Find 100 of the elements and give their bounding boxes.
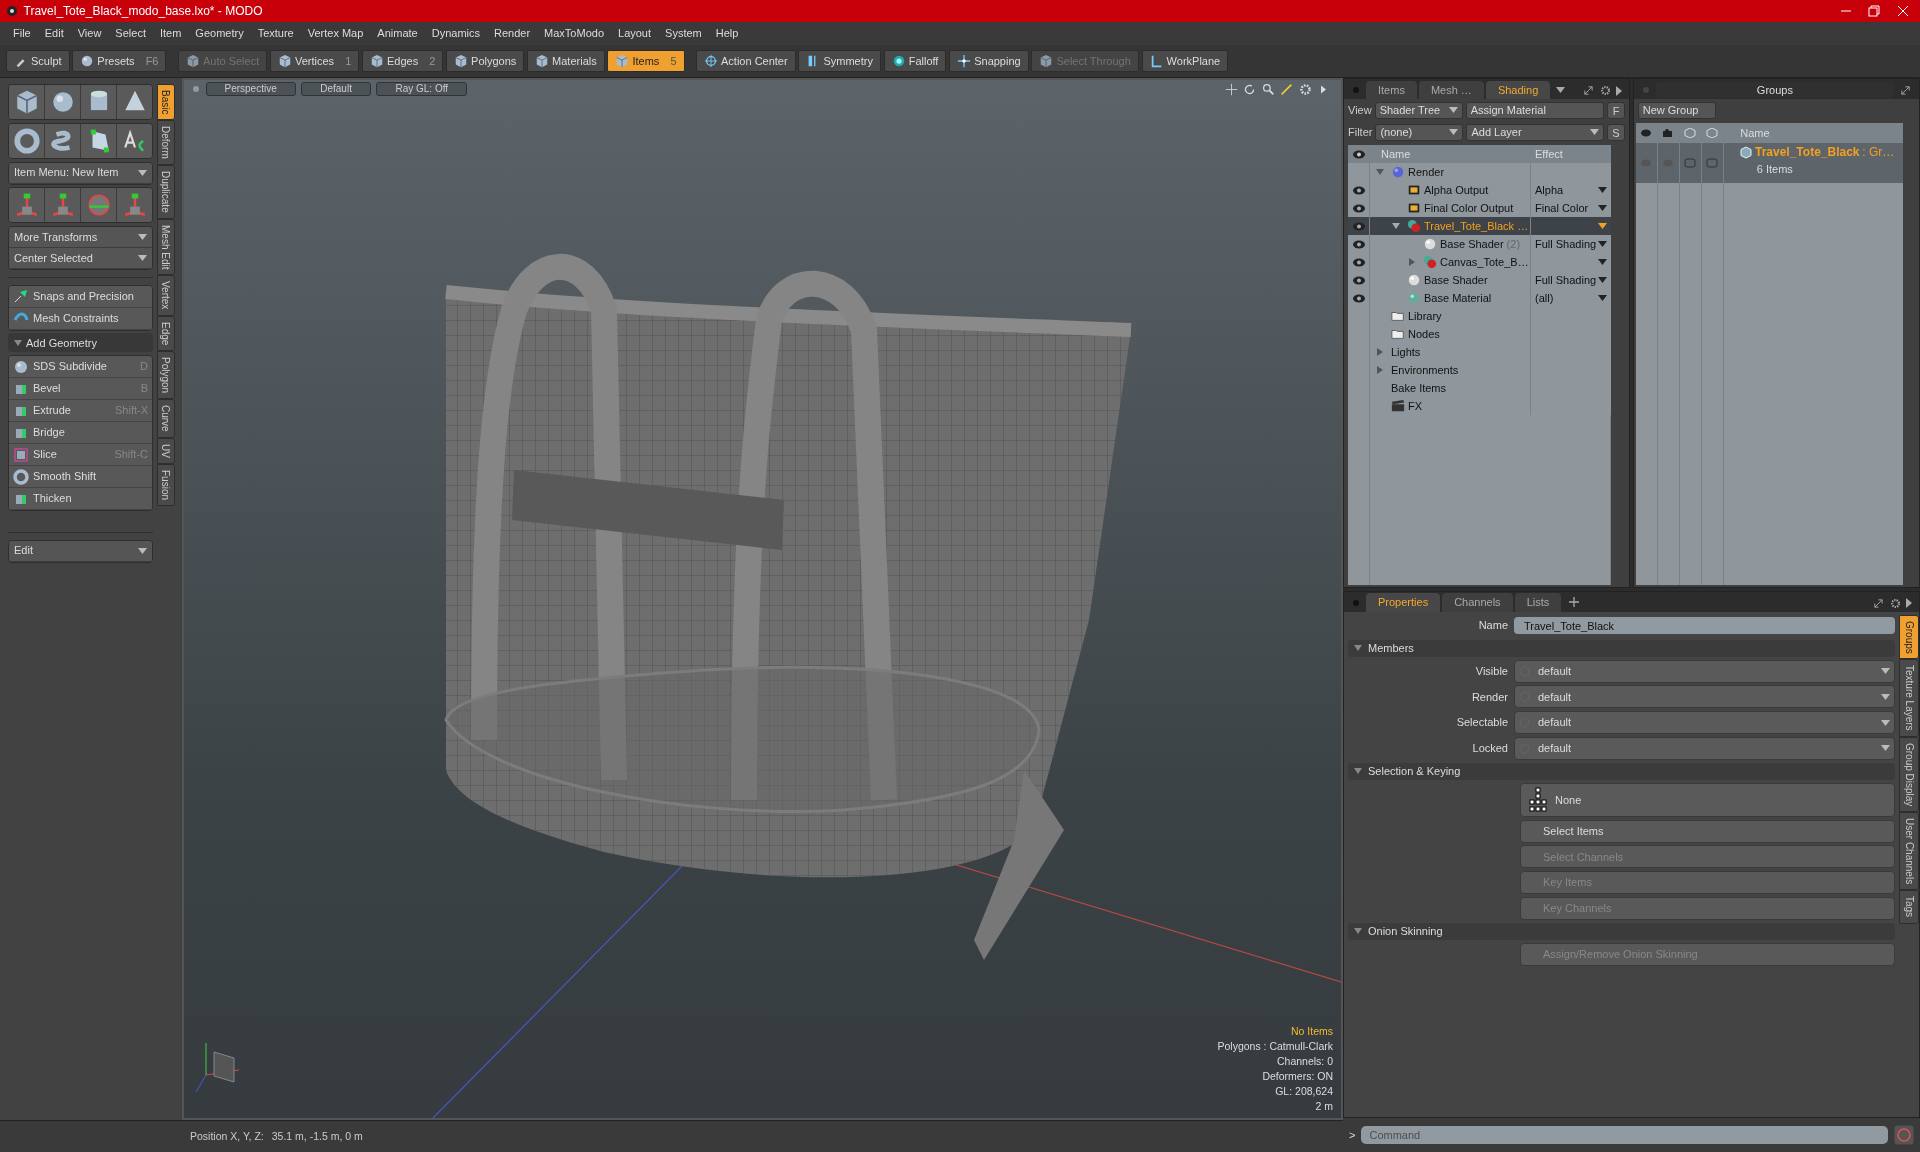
side-tab[interactable]: Groups xyxy=(1899,614,1919,660)
assign-material-button[interactable]: Assign Material xyxy=(1465,101,1604,119)
value-dropdown[interactable]: default xyxy=(1514,685,1895,709)
menu-item[interactable]: Edit xyxy=(37,22,71,45)
toolbar-button[interactable]: Symmetry xyxy=(798,50,881,72)
tree-row[interactable]: Nodes xyxy=(1348,325,1611,343)
panel-tab[interactable]: Mesh … xyxy=(1418,80,1484,99)
maximize-icon[interactable] xyxy=(1583,85,1595,96)
tool-button[interactable]: Snaps and Precision xyxy=(9,285,152,308)
move-axis-button[interactable] xyxy=(45,188,81,223)
side-tab[interactable]: Tags xyxy=(1899,890,1919,924)
toolbar-button[interactable]: Sculpt xyxy=(6,50,70,72)
eye-icon[interactable] xyxy=(1351,203,1366,213)
toolbar-button[interactable]: Snapping xyxy=(949,50,1029,72)
toggle-icon[interactable] xyxy=(1684,158,1697,168)
view-dropdown[interactable]: Shader Tree xyxy=(1374,101,1463,119)
transform-dropdown[interactable]: More Transforms xyxy=(9,227,152,248)
toolbar-button[interactable]: WorkPlane xyxy=(1141,50,1229,72)
section-header[interactable]: Add Geometry xyxy=(8,333,153,353)
side-tab[interactable]: Vertex xyxy=(157,275,175,316)
group-row[interactable]: Travel_Tote_Black : Gr… 6 Items xyxy=(1635,143,1903,183)
panel-tab[interactable]: Lists xyxy=(1514,593,1562,612)
eye-icon[interactable] xyxy=(1351,185,1366,195)
item-menu-dropdown[interactable]: Item Menu: New Item xyxy=(9,162,152,184)
toolbar-button[interactable]: Vertices 1 xyxy=(270,50,360,72)
torus-button[interactable] xyxy=(9,123,45,158)
section-header[interactable]: Onion Skinning xyxy=(1348,922,1895,940)
view-dropdown[interactable]: Perspective xyxy=(205,82,296,96)
panel-tab[interactable]: Properties xyxy=(1366,593,1441,612)
maximize-icon[interactable] xyxy=(1873,597,1885,609)
side-tab[interactable]: Deform xyxy=(157,120,175,166)
side-tab[interactable]: Edge xyxy=(157,315,175,352)
settings-icon[interactable] xyxy=(1599,85,1611,96)
toolbar-button[interactable]: Items 5 xyxy=(607,50,685,72)
sphere-button[interactable] xyxy=(45,85,81,119)
spiral-button[interactable] xyxy=(45,123,81,158)
maximize-icon[interactable] xyxy=(1900,84,1911,96)
cylinder-button[interactable] xyxy=(81,85,117,119)
section-header[interactable]: Selection & Keying xyxy=(1348,762,1895,780)
menu-item[interactable]: MaxToModo xyxy=(537,22,611,45)
tree-row[interactable]: Travel_Tote_Black … xyxy=(1348,217,1611,235)
raygl-toggle[interactable]: Ray GL: Off xyxy=(376,82,468,96)
eye-icon[interactable] xyxy=(1351,293,1366,303)
expand-arrow-icon[interactable] xyxy=(1392,222,1400,230)
tree-row[interactable]: Base Shader Full Shading xyxy=(1348,271,1611,289)
command-field[interactable]: Command xyxy=(1361,1126,1888,1144)
side-tab[interactable]: Curve xyxy=(157,399,175,438)
filter-dropdown[interactable]: (none) xyxy=(1375,123,1464,141)
tree-row[interactable]: Environments xyxy=(1348,361,1611,379)
toolbar-button[interactable]: Presets F6 xyxy=(72,50,167,72)
menu-item[interactable]: Vertex Map xyxy=(300,22,371,45)
settings-icon[interactable] xyxy=(1889,597,1901,609)
tree-row[interactable]: Base Material (all) xyxy=(1348,289,1611,307)
close-icon[interactable] xyxy=(1896,5,1909,17)
section-header[interactable]: Members xyxy=(1348,639,1895,657)
side-tab[interactable]: Mesh Edit xyxy=(157,218,175,276)
cube-button[interactable] xyxy=(9,85,45,119)
menu-item[interactable]: Animate xyxy=(370,22,425,45)
panel-tab[interactable]: Shading xyxy=(1485,80,1551,99)
toolbar-button[interactable]: Falloff xyxy=(883,50,947,72)
menu-item[interactable]: Item xyxy=(152,22,189,45)
menu-item[interactable]: System xyxy=(658,22,709,45)
rotate-button[interactable] xyxy=(81,188,117,223)
pan-icon[interactable] xyxy=(1224,82,1238,96)
s-button[interactable]: S xyxy=(1607,123,1625,141)
cone-button[interactable] xyxy=(117,85,152,119)
caret-icon[interactable] xyxy=(1598,223,1607,229)
add-tab-icon[interactable] xyxy=(1569,596,1580,607)
tree-row[interactable]: Lights xyxy=(1348,343,1611,361)
menu-item[interactable]: Help xyxy=(708,22,746,45)
value-dropdown[interactable]: default xyxy=(1514,659,1895,683)
side-tab[interactable]: Polygon xyxy=(157,351,175,400)
caret-icon[interactable] xyxy=(1598,205,1607,211)
side-tab[interactable]: Basic xyxy=(157,84,175,121)
text-tool-button[interactable] xyxy=(117,123,152,158)
toggle-icon[interactable] xyxy=(1706,158,1719,168)
zoom-icon[interactable] xyxy=(1261,82,1275,96)
scale-button[interactable] xyxy=(117,188,152,223)
move-button[interactable] xyxy=(9,188,45,223)
value-dropdown[interactable]: default xyxy=(1514,711,1895,734)
panel-tab[interactable]: Channels xyxy=(1442,593,1513,612)
record-icon[interactable] xyxy=(1894,1125,1914,1145)
eye-icon[interactable] xyxy=(1351,221,1366,231)
menu-item[interactable]: Select xyxy=(108,22,153,45)
edit-dropdown[interactable]: Edit xyxy=(9,540,152,562)
toolbar-button[interactable]: Edges 2 xyxy=(362,50,444,72)
side-tab[interactable]: Group Display xyxy=(1899,736,1919,813)
tab-menu-caret-icon[interactable] xyxy=(1556,87,1566,93)
side-tab[interactable]: Texture Layers xyxy=(1899,659,1919,737)
caret-icon[interactable] xyxy=(1598,295,1607,301)
polygon-pen-button[interactable] xyxy=(81,123,117,158)
panel-tab[interactable]: Items xyxy=(1366,80,1417,99)
menu-item[interactable]: Render xyxy=(487,22,538,45)
menu-item[interactable]: File xyxy=(6,22,38,45)
rotate-view-icon[interactable] xyxy=(1243,82,1257,96)
tree-row[interactable]: Alpha Output Alpha xyxy=(1348,181,1611,199)
menu-item[interactable]: View xyxy=(70,22,109,45)
tree-row[interactable]: Bake Items xyxy=(1348,379,1611,397)
new-group-button[interactable]: New Group xyxy=(1637,101,1716,119)
menu-item[interactable]: Dynamics xyxy=(424,22,487,45)
